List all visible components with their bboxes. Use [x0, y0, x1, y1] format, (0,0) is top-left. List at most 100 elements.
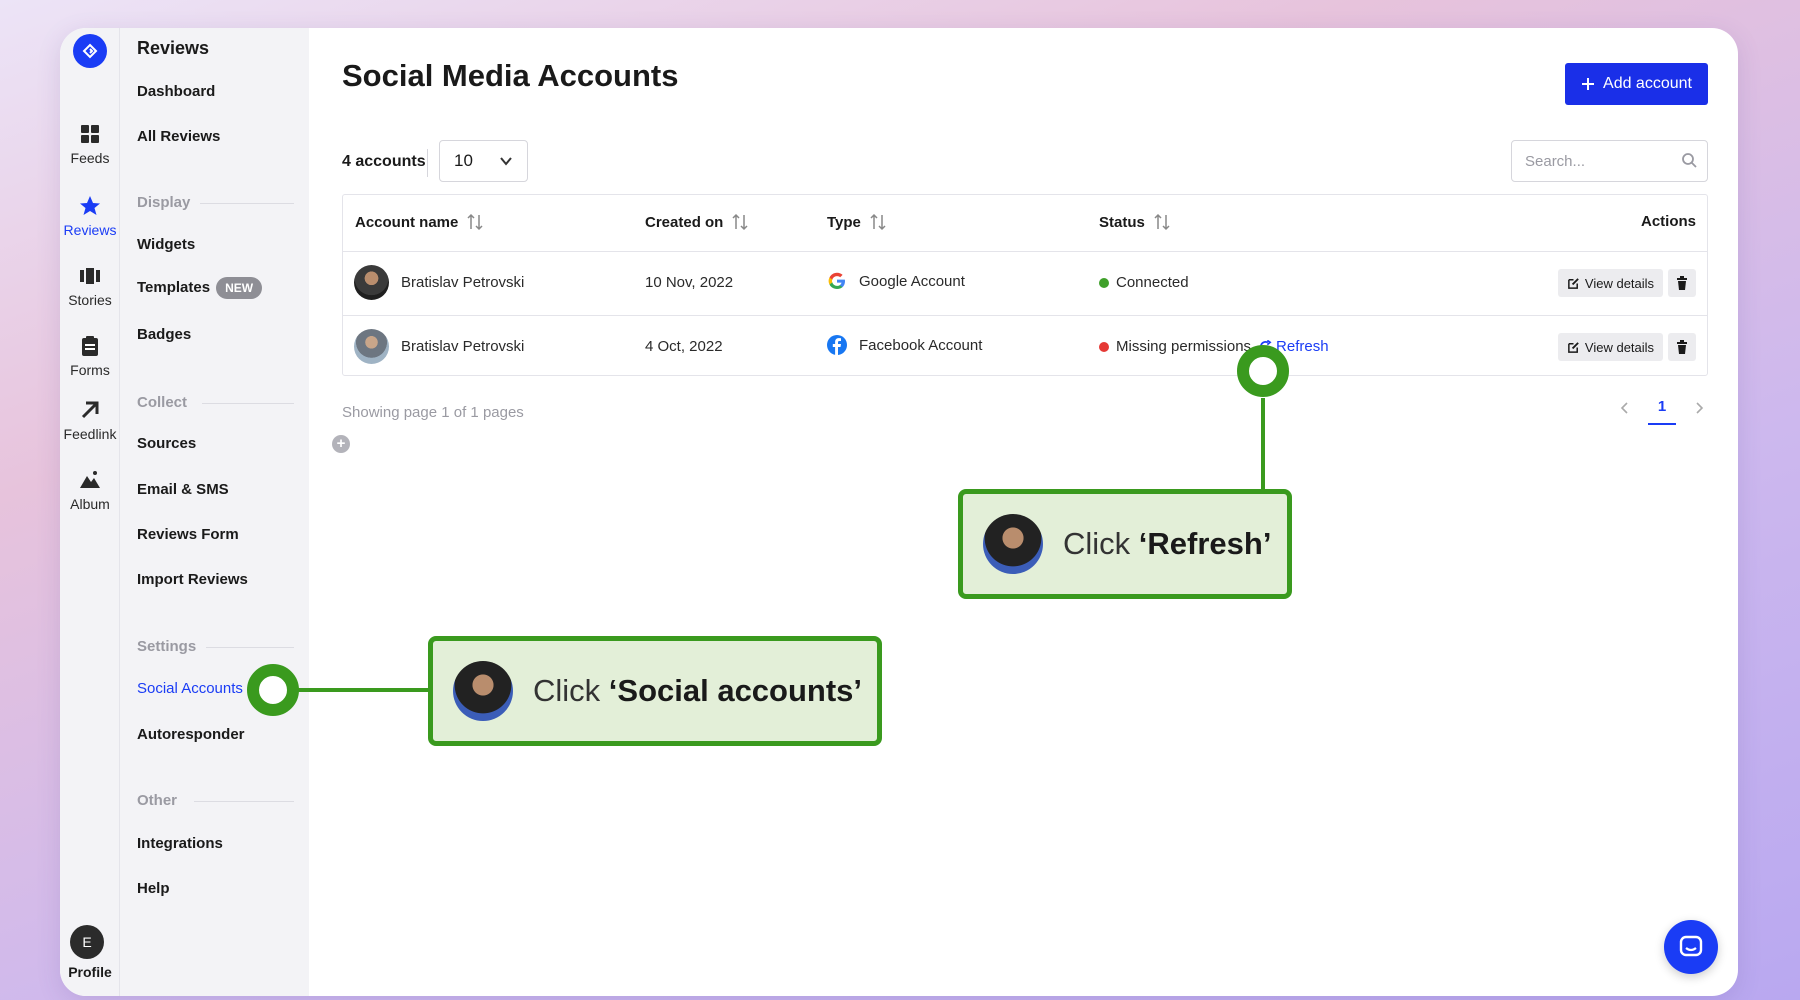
rail-item-album[interactable]: Album — [60, 468, 120, 512]
status-dot — [1099, 341, 1109, 352]
sidebar-item-badges[interactable]: Badges — [137, 326, 191, 343]
rail-label: Album — [70, 496, 110, 512]
callout-refresh: Click ‘Refresh’ — [958, 489, 1292, 599]
view-details-label: View details — [1584, 275, 1655, 291]
callout-prefix: Click — [1063, 526, 1139, 561]
rail-item-reviews[interactable]: Reviews — [60, 194, 120, 238]
view-details-button[interactable]: View details — [1558, 333, 1663, 361]
sidebar-section-settings: Settings — [137, 638, 197, 655]
avatar — [354, 265, 389, 300]
callout-connector — [1261, 398, 1265, 492]
rail-label: Feeds — [70, 150, 110, 166]
type-cell: Google Account — [827, 271, 965, 291]
rail-item-forms[interactable]: Forms — [60, 334, 120, 378]
status-cell: Missing permissions Refresh — [1099, 338, 1329, 355]
callout-prefix: Click — [533, 673, 609, 708]
sidebar-item-all-reviews[interactable]: All Reviews — [137, 128, 220, 145]
accounts-table: Account name Created on Type Status Acti… — [342, 194, 1708, 376]
column-label: Actions — [1640, 213, 1696, 230]
status-cell: Connected — [1099, 274, 1189, 291]
rail-item-stories[interactable]: Stories — [60, 264, 120, 308]
sidebar-item-import-reviews[interactable]: Import Reviews — [137, 571, 248, 588]
pagination-summary: Showing page 1 of 1 pages — [342, 404, 524, 421]
status-text: Missing permissions — [1116, 338, 1252, 355]
type-cell: Facebook Account — [827, 335, 982, 355]
clipboard-icon — [82, 336, 98, 356]
sidebar-item-social-accounts[interactable]: Social Accounts — [137, 680, 243, 697]
sidebar-item-help[interactable]: Help — [137, 880, 170, 897]
column-account-name[interactable]: Account name — [355, 213, 483, 231]
count-divider — [427, 149, 428, 177]
page-size-select[interactable]: 10 — [439, 140, 528, 182]
section-divider — [206, 647, 294, 648]
rail-item-feeds[interactable]: Feeds — [60, 122, 120, 166]
sidebar-item-integrations[interactable]: Integrations — [137, 835, 223, 852]
search-icon — [1682, 153, 1697, 168]
sidebar-item-widgets[interactable]: Widgets — [137, 236, 195, 253]
account-count: 4 accounts — [342, 153, 426, 170]
sidebar-item-autoresponder[interactable]: Autoresponder — [137, 726, 245, 743]
profile-avatar[interactable]: E — [70, 925, 104, 959]
column-type[interactable]: Type — [827, 213, 886, 231]
add-account-label: Add account — [1603, 75, 1692, 92]
callout-target: ‘Social accounts’ — [608, 673, 863, 708]
pagination: 1 — [1620, 391, 1704, 425]
sidebar-section-collect: Collect — [137, 394, 188, 411]
mountain-icon — [80, 471, 100, 488]
delete-button[interactable] — [1668, 269, 1696, 297]
account-name-cell: Bratislav Petrovski — [354, 265, 524, 300]
page-number[interactable]: 1 — [1648, 391, 1676, 425]
sidebar-item-templates[interactable]: Templates NEW — [137, 277, 263, 299]
column-status[interactable]: Status — [1099, 213, 1170, 231]
column-actions: Actions — [1641, 213, 1696, 230]
google-icon — [828, 272, 845, 289]
add-account-button[interactable]: Add account — [1565, 63, 1708, 105]
status-text: Connected — [1116, 274, 1189, 291]
status-dot — [1099, 277, 1109, 288]
table-row: Bratislav Petrovski 4 Oct, 2022 Facebook… — [343, 315, 1707, 377]
created-on-cell: 10 Nov, 2022 — [645, 274, 734, 291]
rail-label: Reviews — [63, 222, 117, 238]
rail-label: Stories — [68, 292, 112, 308]
app-logo[interactable] — [73, 34, 107, 68]
search-input[interactable] — [1511, 140, 1708, 182]
view-details-button[interactable]: View details — [1558, 269, 1663, 297]
sidebar: Reviews Dashboard All Reviews Display Wi… — [120, 28, 350, 996]
view-details-label: View details — [1584, 339, 1655, 355]
refresh-label: Refresh — [1276, 338, 1329, 355]
callout-text: Click ‘Refresh’ — [1063, 526, 1271, 562]
account-type: Google Account — [859, 272, 965, 290]
rail-item-feedlink[interactable]: Feedlink — [60, 398, 120, 442]
table-header: Account name Created on Type Status Acti… — [343, 195, 1707, 252]
section-divider — [194, 801, 294, 802]
chevron-right-icon[interactable] — [1694, 401, 1704, 415]
plus-icon — [1582, 78, 1595, 90]
created-on-cell: 4 Oct, 2022 — [645, 338, 723, 355]
account-name: Bratislav Petrovski — [401, 274, 525, 291]
arrow-up-right-icon — [81, 401, 99, 419]
trash-icon — [1677, 276, 1687, 290]
sidebar-item-sources[interactable]: Sources — [137, 435, 196, 452]
sort-icon — [732, 213, 748, 231]
sidebar-title: Reviews — [137, 38, 210, 58]
profile-label[interactable]: Profile — [60, 964, 120, 980]
grid-icon — [81, 125, 99, 143]
sidebar-item-dashboard[interactable]: Dashboard — [137, 83, 215, 100]
column-created-on[interactable]: Created on — [645, 213, 748, 231]
rail-label: Forms — [70, 362, 110, 378]
sidebar-item-label: Templates — [137, 278, 211, 296]
sort-icon — [467, 213, 483, 231]
callout-target: ‘Refresh’ — [1138, 526, 1272, 561]
sidebar-item-reviews-form[interactable]: Reviews Form — [137, 526, 239, 543]
star-icon — [80, 196, 100, 215]
logo-icon — [82, 43, 98, 59]
sidebar-item-email-sms[interactable]: Email & SMS — [137, 481, 229, 498]
callout-marker — [1237, 345, 1289, 397]
edit-icon — [1568, 277, 1579, 289]
icon-rail: Feeds Reviews Stories Forms Feedlink Alb… — [60, 28, 120, 996]
stories-icon — [80, 268, 100, 284]
chat-launcher[interactable] — [1664, 920, 1718, 974]
delete-button[interactable] — [1668, 333, 1696, 361]
sidebar-section-other: Other — [137, 792, 178, 809]
chevron-left-icon[interactable] — [1620, 401, 1630, 415]
